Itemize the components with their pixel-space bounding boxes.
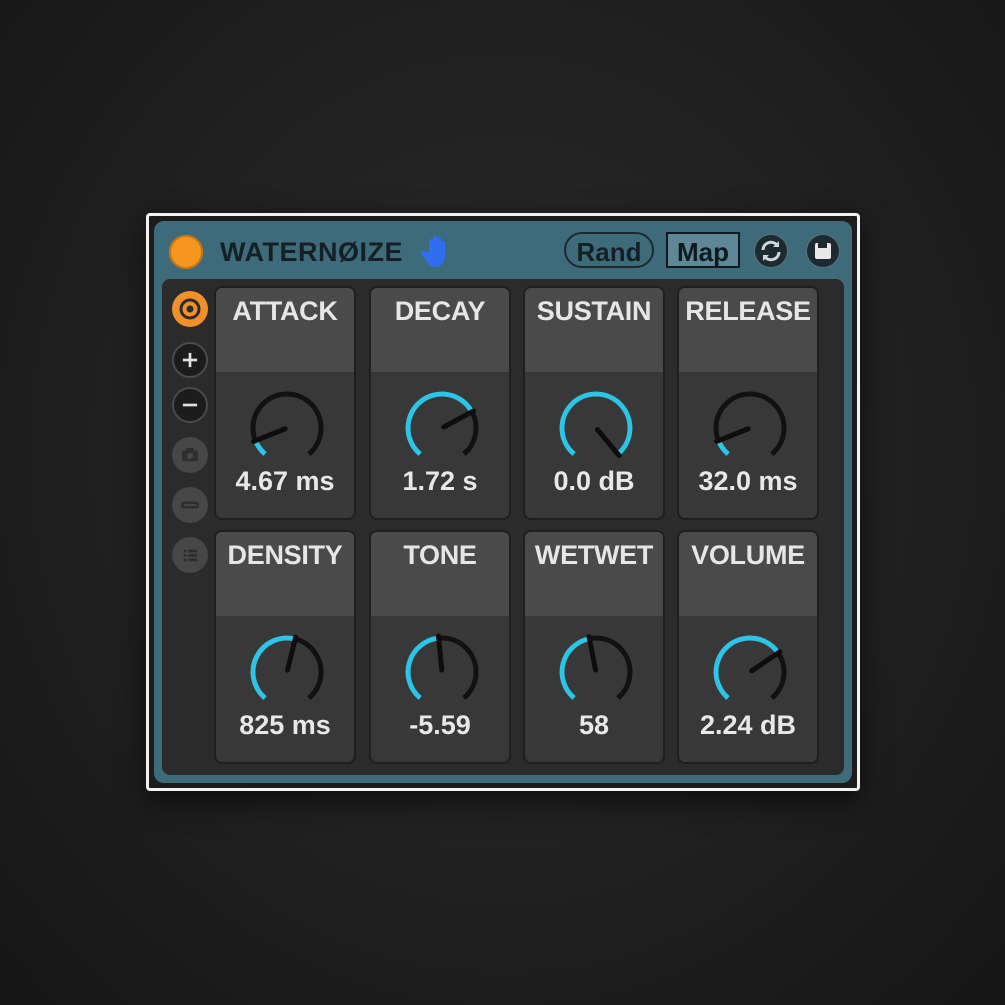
release-knob[interactable] — [710, 388, 790, 468]
macro-list-button — [172, 537, 208, 573]
macro-label: RELEASE — [685, 296, 811, 326]
snapshot-button — [172, 437, 208, 473]
plus-icon — [182, 352, 198, 368]
knob-pointer — [594, 427, 622, 459]
rand-button[interactable]: Rand — [564, 232, 654, 268]
macro-label: VOLUME — [691, 540, 805, 570]
macro-value: 0.0 dB — [553, 466, 635, 496]
wetwet-knob[interactable] — [556, 632, 636, 712]
device-body: WATERNØIZE Rand Map ATTACK 4.67 ms DECAY… — [154, 221, 852, 783]
macro-value: -5.59 — [409, 710, 471, 740]
sustain-knob[interactable] — [556, 388, 636, 468]
device-window: WATERNØIZE Rand Map ATTACK 4.67 ms DECAY… — [146, 213, 860, 791]
device-title: WATERNØIZE — [220, 237, 403, 267]
macro-label: TONE — [403, 540, 477, 570]
minus-icon — [182, 403, 198, 407]
knob-pointer — [714, 426, 751, 444]
tone-knob[interactable] — [402, 632, 482, 712]
macro-wetwet: WETWET 58 — [523, 530, 665, 764]
macro-release: RELEASE 32.0 ms — [677, 286, 819, 520]
attack-knob[interactable] — [247, 388, 327, 468]
knob-track — [713, 391, 787, 456]
density-knob[interactable] — [247, 632, 327, 712]
macro-value: 58 — [578, 710, 610, 740]
knob-value-arc — [559, 636, 590, 700]
add-macro-button[interactable] — [172, 342, 208, 378]
macro-value: 2.24 dB — [699, 710, 797, 740]
knob-value-arc — [713, 635, 781, 700]
variation-button — [172, 487, 208, 523]
hand-icon — [420, 236, 445, 267]
knob-pointer — [441, 408, 477, 430]
macro-label: SUSTAIN — [536, 296, 652, 326]
macro-tone: TONE -5.59 — [369, 530, 511, 764]
knob-value-arc — [559, 391, 633, 456]
hot-swap-button[interactable] — [753, 233, 789, 269]
device-titlebar: WATERNØIZE Rand Map — [154, 221, 852, 275]
knob-pointer — [435, 633, 445, 673]
decay-knob[interactable] — [402, 388, 482, 468]
knob-track — [250, 391, 324, 456]
macro-label: ATTACK — [232, 296, 338, 326]
volume-knob[interactable] — [710, 632, 790, 712]
knob-pointer — [284, 634, 299, 673]
macro-sustain: SUSTAIN 0.0 dB — [523, 286, 665, 520]
macro-value: 1.72 s — [402, 466, 478, 496]
preset-icon — [179, 298, 201, 320]
knob-pointer — [586, 634, 599, 673]
knob-value-arc — [405, 635, 440, 700]
preset-browser-button[interactable] — [172, 291, 208, 327]
knob-pointer — [251, 426, 288, 444]
macro-density: DENSITY 825 ms — [214, 530, 356, 764]
device-sidebar — [162, 279, 214, 775]
macro-value: 4.67 ms — [235, 466, 335, 496]
macro-label: DECAY — [394, 296, 486, 326]
camera-icon — [182, 447, 198, 462]
macro-value: 825 ms — [239, 710, 331, 740]
minus-bar-icon — [181, 501, 199, 509]
macro-volume: VOLUME 2.24 dB — [677, 530, 819, 764]
macro-decay: DECAY 1.72 s — [369, 286, 511, 520]
floppy-disk-icon — [815, 243, 831, 259]
macro-value: 32.0 ms — [698, 466, 798, 496]
remove-macro-button[interactable] — [172, 387, 208, 423]
save-preset-button[interactable] — [805, 233, 841, 269]
knob-pointer — [749, 649, 783, 674]
macro-attack: ATTACK 4.67 ms — [214, 286, 356, 520]
map-button[interactable]: Map — [666, 232, 740, 268]
power-button[interactable] — [169, 235, 203, 269]
knob-value-arc — [405, 391, 475, 456]
swap-icon — [761, 240, 781, 262]
macro-label: WETWET — [534, 540, 654, 570]
main-panel: ATTACK 4.67 ms DECAY 1.72 s SUSTAIN 0.0 … — [162, 279, 844, 775]
macro-label: DENSITY — [227, 540, 343, 570]
list-icon — [183, 549, 198, 562]
